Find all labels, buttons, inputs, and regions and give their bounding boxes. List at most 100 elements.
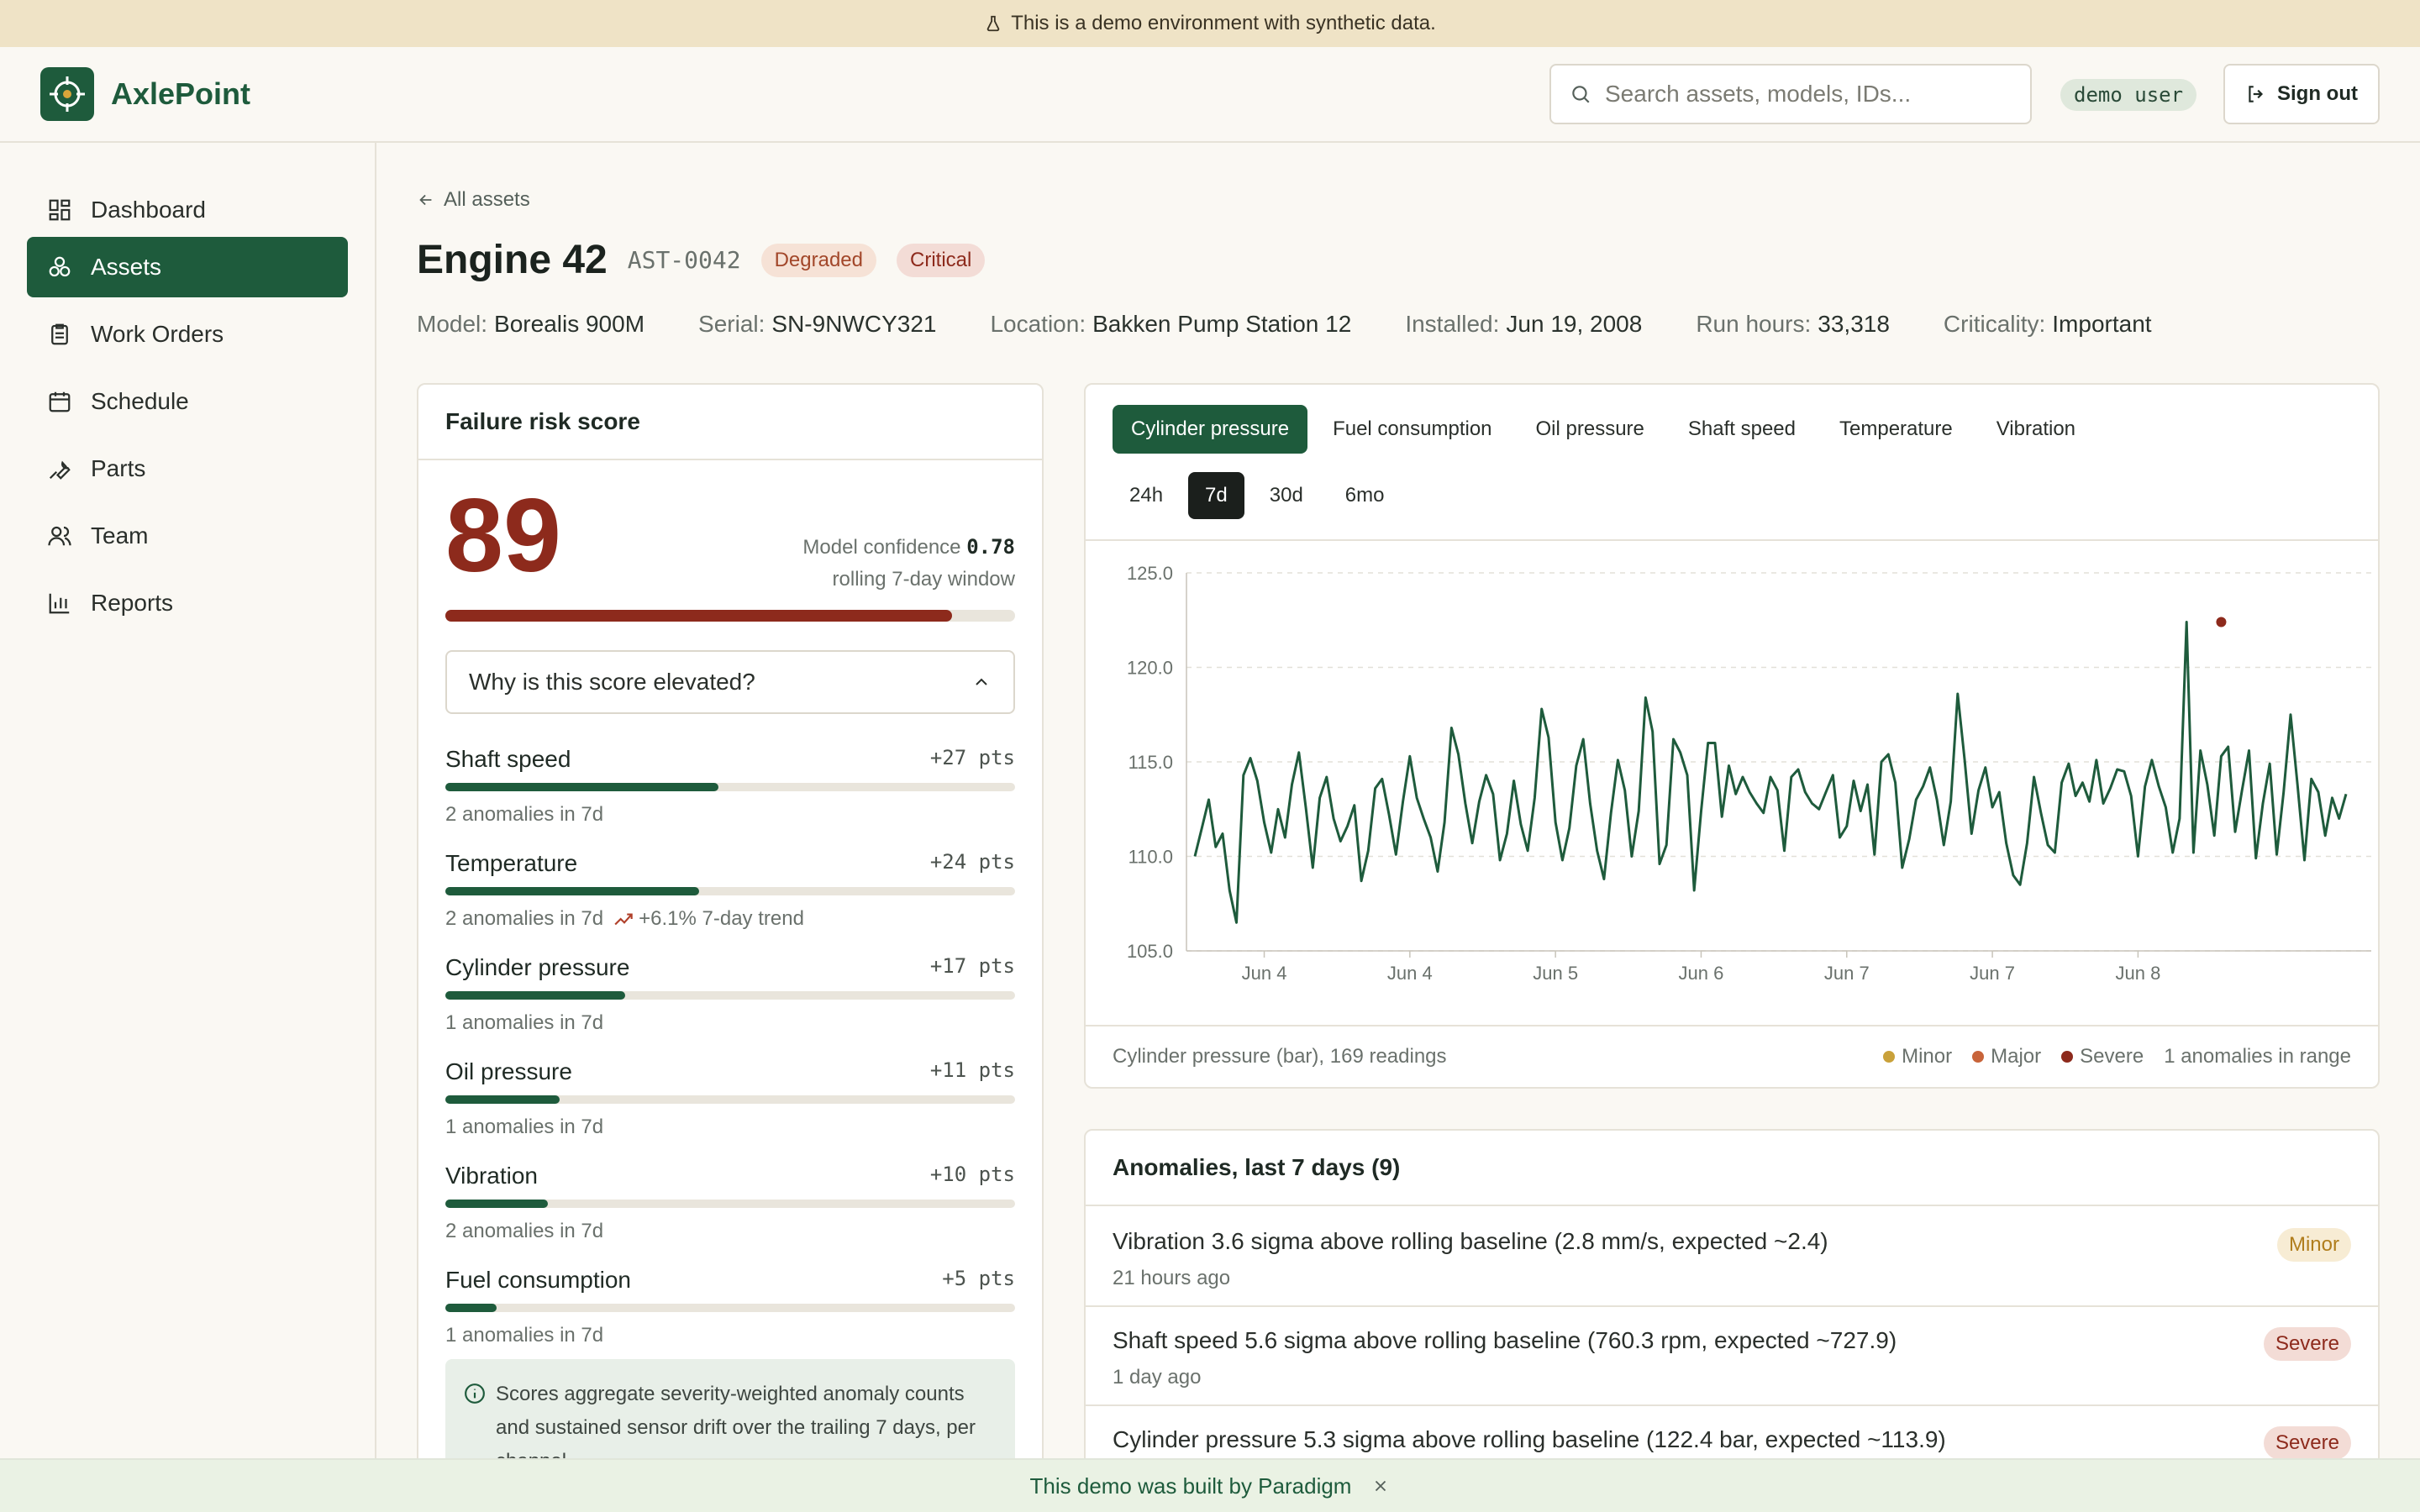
sidebar-item-label: Assets bbox=[91, 254, 162, 280]
severity-badge: Severe bbox=[2263, 1426, 2351, 1460]
factor-subtext: 2 anomalies in 7d bbox=[445, 1220, 604, 1242]
factor-name: Vibration bbox=[445, 1163, 539, 1189]
search-input[interactable] bbox=[1605, 81, 2008, 108]
factor-subtext: 2 anomalies in 7d bbox=[445, 803, 604, 826]
assets-icon bbox=[49, 256, 71, 277]
info-icon bbox=[465, 1383, 485, 1404]
sign-out-label: Sign out bbox=[2277, 82, 2358, 105]
meta-installed: Installed: Jun 19, 2008 bbox=[1405, 311, 1643, 337]
x-tick-label: Jun 4 bbox=[1387, 963, 1433, 984]
factor-points: +17 pts bbox=[929, 954, 1015, 978]
legend-major: Major bbox=[1972, 1045, 2041, 1068]
tab-oil-pressure[interactable]: Oil pressure bbox=[1518, 405, 1663, 454]
built-by-banner: This demo was built by Paradigm bbox=[0, 1458, 2420, 1512]
risk-factor-row: Shaft speed +27 pts 2 anomalies in 7d bbox=[445, 746, 1015, 827]
meta-location: Location: Bakken Pump Station 12 bbox=[990, 311, 1352, 337]
factor-points: +10 pts bbox=[929, 1163, 1015, 1186]
factor-bar bbox=[445, 1304, 1015, 1312]
risk-score-bar bbox=[445, 610, 1015, 622]
y-tick-label: 125.0 bbox=[1127, 563, 1173, 584]
factor-subtext: 1 anomalies in 7d bbox=[445, 1011, 604, 1034]
flask-icon bbox=[986, 15, 1000, 32]
tab-fuel-consumption[interactable]: Fuel consumption bbox=[1314, 405, 1510, 454]
status-badge: Degraded bbox=[760, 243, 877, 277]
meta-model: Model: Borealis 900M bbox=[417, 311, 645, 337]
anomaly-description: Shaft speed 5.6 sigma above rolling base… bbox=[1113, 1327, 1897, 1353]
legend-severe: Severe bbox=[2061, 1045, 2144, 1068]
anomalies-card: Anomalies, last 7 days (9) Vibration 3.6… bbox=[1084, 1129, 2380, 1512]
sensor-line-chart: 125.0 120.0 115.0 110.0 105.0 Jun 4 Jun 4 Jun 5… bbox=[1127, 563, 2371, 984]
sidebar-item-schedule[interactable]: Schedule bbox=[27, 371, 348, 432]
range-24h[interactable]: 24h bbox=[1113, 472, 1180, 519]
risk-factor-row: Fuel consumption +5 pts 1 anomalies in 7d bbox=[445, 1267, 1015, 1347]
x-tick-label: Jun 4 bbox=[1242, 963, 1287, 984]
range-6mo[interactable]: 6mo bbox=[1328, 472, 1402, 519]
back-link-label: All assets bbox=[444, 188, 530, 211]
range-7d[interactable]: 7d bbox=[1188, 472, 1244, 519]
factor-name: Oil pressure bbox=[445, 1058, 572, 1084]
sidebar-item-dashboard[interactable]: Dashboard bbox=[27, 180, 348, 240]
why-elevated-toggle[interactable]: Why is this score elevated? bbox=[445, 650, 1015, 714]
calendar-icon bbox=[49, 391, 71, 412]
anomaly-description: Cylinder pressure 5.3 sigma above rollin… bbox=[1113, 1426, 1946, 1452]
meta-run-hours: Run hours: 33,318 bbox=[1696, 311, 1890, 337]
app-logo[interactable]: AxlePoint bbox=[40, 67, 250, 121]
sidebar-item-parts[interactable]: Parts bbox=[27, 438, 348, 499]
range-30d[interactable]: 30d bbox=[1253, 472, 1320, 519]
sidebar-item-reports[interactable]: Reports bbox=[27, 573, 348, 633]
tab-cylinder-pressure[interactable]: Cylinder pressure bbox=[1113, 405, 1308, 454]
sidebar-item-assets[interactable]: Assets bbox=[27, 237, 348, 297]
tab-vibration[interactable]: Vibration bbox=[1978, 405, 2094, 454]
anomaly-description: Vibration 3.6 sigma above rolling baseli… bbox=[1113, 1228, 1828, 1254]
anomalies-title: Anomalies, last 7 days (9) bbox=[1086, 1131, 2378, 1206]
risk-factor-row: Vibration +10 pts 2 anomalies in 7d bbox=[445, 1163, 1015, 1243]
y-tick-label: 115.0 bbox=[1128, 752, 1173, 773]
sensor-tabs: Cylinder pressure Fuel consumption Oil pre… bbox=[1113, 405, 2094, 454]
sidebar-item-team[interactable]: Team bbox=[27, 506, 348, 566]
anomaly-time: 21 hours ago bbox=[1113, 1267, 1231, 1289]
tab-temperature[interactable]: Temperature bbox=[1821, 405, 1971, 454]
factor-points: +24 pts bbox=[929, 850, 1015, 874]
risk-card-title: Failure risk score bbox=[418, 385, 1042, 460]
sign-out-button[interactable]: Sign out bbox=[2223, 64, 2380, 124]
close-icon[interactable] bbox=[1371, 1477, 1390, 1495]
demo-banner: This is a demo environment with syntheti… bbox=[0, 0, 2420, 47]
factor-name: Fuel consumption bbox=[445, 1267, 632, 1293]
dashboard-icon bbox=[49, 199, 71, 221]
failure-risk-card: Failure risk score 89 Model confidence 0… bbox=[417, 383, 1044, 1512]
severity-badge: Minor bbox=[2276, 1228, 2351, 1262]
factor-bar bbox=[445, 991, 1015, 1000]
factor-subtext: 1 anomalies in 7d bbox=[445, 1324, 604, 1347]
page-title: Engine 42 bbox=[417, 238, 608, 282]
series-line bbox=[1193, 621, 2348, 924]
factor-points: +11 pts bbox=[929, 1058, 1015, 1082]
x-tick-label: Jun 5 bbox=[1533, 963, 1578, 984]
y-tick-label: 110.0 bbox=[1128, 847, 1173, 868]
anomaly-time: 1 day ago bbox=[1113, 1366, 1202, 1389]
logo-icon bbox=[40, 67, 94, 121]
wrench-icon bbox=[49, 460, 71, 480]
factor-name: Temperature bbox=[445, 850, 578, 876]
anomaly-row[interactable]: Vibration 3.6 sigma above rolling baseli… bbox=[1086, 1208, 2378, 1307]
factor-subtext: 2 anomalies in 7d bbox=[445, 907, 604, 930]
y-tick-label: 120.0 bbox=[1127, 658, 1173, 679]
asset-title-row: Engine 42 AST-0042 Degraded Critical bbox=[417, 237, 986, 283]
factor-bar bbox=[445, 783, 1015, 791]
sidebar-item-work-orders[interactable]: Work Orders bbox=[27, 304, 348, 365]
back-to-all-assets-link[interactable]: All assets bbox=[417, 188, 530, 212]
factor-bar bbox=[445, 1095, 1015, 1104]
search-box[interactable] bbox=[1549, 64, 2032, 124]
factor-name: Shaft speed bbox=[445, 746, 571, 772]
anomaly-row[interactable]: Shaft speed 5.6 sigma above rolling base… bbox=[1086, 1307, 2378, 1406]
team-icon bbox=[48, 526, 71, 546]
anomaly-count: 1 anomalies in range bbox=[2164, 1045, 2351, 1068]
meta-serial: Serial: SN-9NWCY321 bbox=[698, 311, 937, 337]
asset-meta-row: Model: Borealis 900M Serial: SN-9NWCY321 L… bbox=[417, 311, 2152, 338]
risk-factor-row: Cylinder pressure +17 pts 1 anomalies in 7… bbox=[445, 954, 1015, 1035]
severity-badge: Severe bbox=[2263, 1327, 2351, 1361]
risk-factor-row: Oil pressure +11 pts 1 anomalies in 7d bbox=[445, 1058, 1015, 1139]
arrow-left-icon bbox=[419, 194, 432, 206]
sidebar-item-label: Work Orders bbox=[91, 321, 224, 347]
tab-shaft-speed[interactable]: Shaft speed bbox=[1670, 405, 1814, 454]
chevron-up-icon bbox=[976, 678, 987, 685]
